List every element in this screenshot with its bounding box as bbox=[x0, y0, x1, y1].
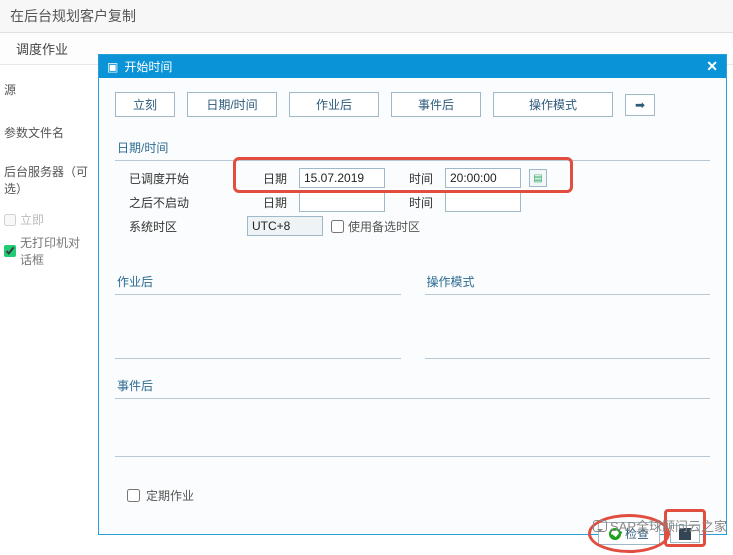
section-header-afterevent: 事件后 bbox=[115, 373, 710, 399]
chk-periodic-job[interactable] bbox=[127, 489, 140, 502]
tab-after-event[interactable]: 事件后 bbox=[391, 92, 481, 117]
tab-after-job[interactable]: 作业后 bbox=[289, 92, 379, 117]
tab-op-mode[interactable]: 操作模式 bbox=[493, 92, 613, 117]
row-scheduled-start: 已调度开始 日期 15.07.2019 时间 20:00:00 ▤ bbox=[129, 167, 706, 189]
label-date-2: 日期 bbox=[247, 194, 291, 211]
tab-datetime[interactable]: 日期/时间 bbox=[187, 92, 277, 117]
tab-row: 立刻 日期/时间 作业后 事件后 操作模式 ➡ bbox=[115, 92, 710, 117]
input-start-date[interactable]: 15.07.2019 bbox=[299, 168, 385, 188]
label-time-1: 时间 bbox=[393, 170, 437, 187]
chk-alt-tz-box[interactable] bbox=[331, 220, 344, 233]
input-start-time[interactable]: 20:00:00 bbox=[445, 168, 521, 188]
panel-after-event-body bbox=[115, 399, 710, 457]
chk-alt-tz[interactable]: 使用备选时区 bbox=[331, 218, 420, 235]
label-system-tz: 系统时区 bbox=[129, 218, 239, 235]
chk-immediate[interactable]: 立即 bbox=[4, 211, 91, 228]
tab-nav-next[interactable]: ➡ bbox=[625, 94, 655, 116]
panel-after-job: 作业后 bbox=[115, 269, 401, 359]
chk-noprinter-label: 无打印机对话框 bbox=[20, 234, 91, 268]
chk-immediate-box[interactable] bbox=[4, 214, 16, 226]
check-button[interactable]: 检查 bbox=[598, 522, 660, 545]
dialog-title-text: 开始时间 bbox=[124, 58, 172, 75]
input-nostart-time[interactable] bbox=[445, 192, 521, 212]
label-date-1: 日期 bbox=[247, 170, 291, 187]
row-system-tz: 系统时区 UTC+8 使用备选时区 bbox=[129, 215, 706, 237]
left-panel: 源 参数文件名 后台服务器（可选） 立即 无打印机对话框 bbox=[0, 65, 95, 554]
tab-immediate[interactable]: 立刻 bbox=[115, 92, 175, 117]
row-no-start-after: 之后不启动 日期 时间 bbox=[129, 191, 706, 213]
datetime-form: 已调度开始 日期 15.07.2019 时间 20:00:00 ▤ 之后不启动 … bbox=[115, 161, 710, 241]
section-header-afterjob: 作业后 bbox=[115, 269, 401, 295]
panel-after-job-body bbox=[115, 295, 401, 359]
dialog-body: 立刻 日期/时间 作业后 事件后 操作模式 ➡ 日期/时间 已调度开始 日期 1… bbox=[99, 78, 726, 555]
chk-periodic-job-label: 定期作业 bbox=[146, 487, 194, 504]
periodic-job-row: 定期作业 bbox=[115, 487, 710, 504]
panel-after-event: 事件后 bbox=[115, 373, 710, 457]
chk-alt-tz-label: 使用备选时区 bbox=[348, 218, 420, 235]
dialog-title-icon: ▣ bbox=[107, 60, 118, 74]
two-panel-row: 作业后 操作模式 bbox=[115, 269, 710, 359]
left-label-bgserver: 后台服务器（可选） bbox=[4, 163, 91, 197]
save-button[interactable] bbox=[670, 525, 700, 543]
chk-noprinter-box[interactable] bbox=[4, 245, 16, 257]
section-header-opmode: 操作模式 bbox=[425, 269, 711, 295]
dialog-title-bar: ▣ 开始时间 ✕ bbox=[99, 55, 726, 78]
page-main-title: 在后台规划客户复制 bbox=[0, 0, 733, 33]
label-time-2: 时间 bbox=[393, 194, 437, 211]
left-label-paramfile: 参数文件名 bbox=[4, 124, 91, 141]
start-time-dialog: ▣ 开始时间 ✕ 立刻 日期/时间 作业后 事件后 操作模式 ➡ 日期/时间 已… bbox=[98, 54, 727, 535]
panel-op-mode: 操作模式 bbox=[425, 269, 711, 359]
input-tz-value[interactable]: UTC+8 bbox=[247, 216, 323, 236]
check-button-label: 检查 bbox=[625, 525, 649, 542]
input-nostart-date[interactable] bbox=[299, 192, 385, 212]
action-row: 检查 bbox=[115, 522, 710, 545]
check-ok-icon bbox=[609, 528, 621, 540]
arrow-right-icon: ➡ bbox=[635, 98, 645, 112]
close-icon[interactable]: ✕ bbox=[706, 58, 718, 75]
left-label-source: 源 bbox=[4, 81, 91, 98]
label-no-start-after: 之后不启动 bbox=[129, 194, 239, 211]
time-picker-icon[interactable]: ▤ bbox=[529, 169, 547, 187]
chk-immediate-label: 立即 bbox=[20, 211, 44, 228]
panel-op-mode-body bbox=[425, 295, 711, 359]
save-disk-icon bbox=[679, 528, 691, 540]
label-scheduled-start: 已调度开始 bbox=[129, 170, 239, 187]
section-header-datetime: 日期/时间 bbox=[115, 135, 710, 161]
chk-noprinter[interactable]: 无打印机对话框 bbox=[4, 234, 91, 268]
